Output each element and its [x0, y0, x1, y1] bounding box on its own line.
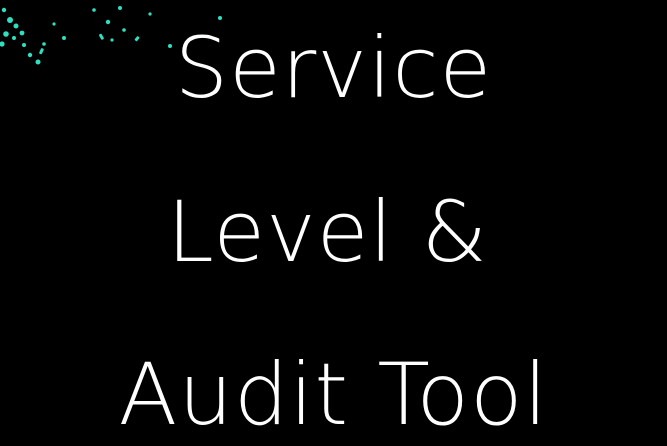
title-line-2: Level & [167, 183, 488, 281]
title-line-1: Service [174, 19, 493, 117]
title-card: Service Level & Audit Tool [0, 0, 667, 446]
title-line-3: Audit Tool [118, 345, 549, 445]
